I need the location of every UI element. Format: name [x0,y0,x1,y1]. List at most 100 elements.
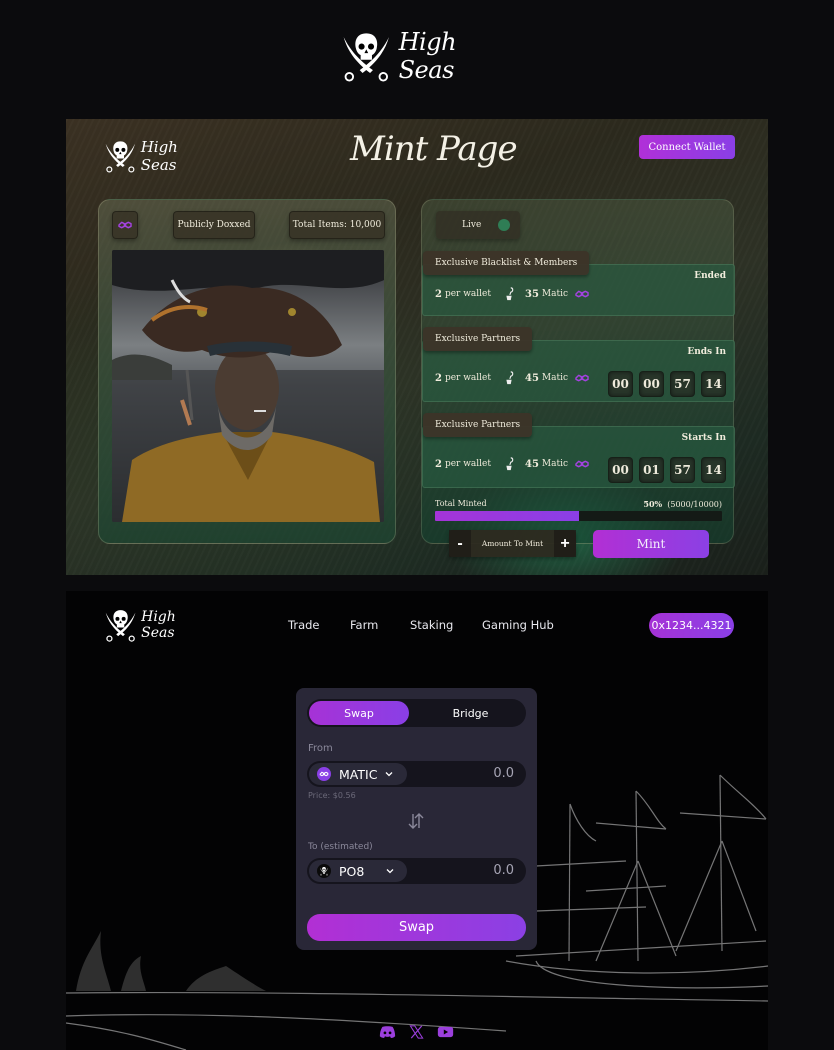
to-label: To (estimated) [308,842,373,852]
phase-status: Starts In [681,433,726,443]
total-minted-label: Total Minted [435,499,487,508]
brand-name: High Seas [141,609,176,641]
nav-logo[interactable]: High Seas [102,605,212,645]
phase-currency: Matic [541,373,569,383]
brand-logo: High Seas [338,26,508,86]
brand-name: High Seas [398,28,457,84]
phase-info: 2 per wallet 45 Matic [435,371,590,385]
mint-phase: Exclusive Partners Ends In 2 per wallet … [422,327,735,402]
phase-name: Exclusive Partners [423,327,533,351]
chevron-down-icon [386,869,394,874]
swap-submit-button[interactable]: Swap [307,914,526,941]
swap-bridge-toggle: Swap Bridge [307,699,526,727]
hook-icon [503,371,515,385]
phase-name: Exclusive Blacklist & Members [423,251,590,275]
amount-stepper: - Amount To Mint + [449,530,576,557]
mint-header-logo[interactable]: High Seas [102,135,212,177]
per-wallet-label: per wallet [444,459,491,469]
wallet-address-button[interactable]: 0x1234...4321 [649,613,734,638]
hook-icon [503,457,515,471]
x-twitter-icon[interactable] [408,1025,425,1039]
chain-badge [112,211,138,239]
chevron-down-icon [385,772,393,777]
countdown-timer: 00 01 57 14 [608,457,726,483]
phase-price: 35 [525,288,539,300]
main-nav: Trade Farm Staking Gaming Hub [288,618,554,632]
swap-card: Swap Bridge From MATIC 0.0 Price: $0.56 … [296,688,537,950]
connect-wallet-button[interactable]: Connect Wallet [639,135,735,159]
phase-info: 2 per wallet 45 Matic [435,457,590,471]
price-label: Price: $0.56 [308,791,356,800]
from-amount[interactable]: 0.0 [493,766,514,781]
to-amount: 0.0 [493,863,514,878]
nft-preview-card: Publicly Doxxed Total Items: 10,000 [98,199,396,544]
mint-phase: Exclusive Partners Starts In 2 per walle… [422,413,735,488]
polygon-icon [317,767,331,781]
countdown-timer: 00 00 57 14 [608,371,726,397]
pirate-nft-image [112,250,384,522]
nav-link-farm[interactable]: Farm [350,618,410,632]
phase-price: 45 [525,372,539,384]
skull-token-icon [317,864,331,878]
timer-minutes: 57 [670,457,695,483]
timer-days: 00 [608,371,633,397]
per-wallet-count: 2 [435,288,442,300]
mint-page-section: High Seas Mint Page Connect Wallet Publi… [66,119,768,575]
live-indicator-dot [498,219,510,231]
per-wallet-label: per wallet [444,289,491,299]
from-field: MATIC 0.0 [307,761,526,787]
brand-name: High Seas [140,138,178,174]
timer-seconds: 14 [701,457,726,483]
mint-phase: Exclusive Blacklist & Members Ended 2 pe… [422,251,735,316]
increment-button[interactable]: + [554,530,576,557]
skull-crossed-swords-icon [338,27,395,85]
live-status-label: Live [462,220,482,230]
doxxed-badge: Publicly Doxxed [173,211,255,239]
discord-icon[interactable] [379,1025,396,1039]
skull-crossed-swords-icon [102,136,139,176]
social-links [379,1025,454,1039]
from-token-name: MATIC [339,766,378,782]
nav-link-staking[interactable]: Staking [410,618,482,632]
mint-progress-bar [435,511,722,521]
timer-hours: 01 [639,457,664,483]
phase-price: 45 [525,458,539,470]
polygon-icon [574,372,590,384]
total-minted-count: (5000/10000) [667,500,722,509]
nav-link-trade[interactable]: Trade [288,618,350,632]
to-token-select[interactable]: PO8 [309,860,407,882]
mint-button[interactable]: Mint [593,530,709,558]
from-token-select[interactable]: MATIC [309,763,407,785]
tab-bridge[interactable]: Bridge [417,701,524,725]
swap-direction-icon[interactable] [406,812,426,830]
total-minted-value: 50% (5000/10000) [643,499,722,509]
total-items-badge: Total Items: 10,000 [289,211,385,239]
timer-minutes: 57 [670,371,695,397]
polygon-icon [574,288,590,300]
tab-swap[interactable]: Swap [309,701,409,725]
phase-currency: Matic [541,459,569,469]
per-wallet-count: 2 [435,372,442,384]
mint-progress-fill [435,511,579,521]
from-label: From [308,743,333,754]
skull-crossed-swords-icon [102,606,139,644]
phase-status: Ended [694,271,726,281]
per-wallet-count: 2 [435,458,442,470]
to-token-name: PO8 [339,863,365,879]
youtube-icon[interactable] [437,1025,454,1039]
polygon-icon [117,219,133,231]
page-title: Mint Page [350,129,518,169]
nav-link-gaming-hub[interactable]: Gaming Hub [482,618,554,632]
phase-name: Exclusive Partners [423,413,533,437]
phase-status: Ends In [687,347,726,357]
timer-hours: 00 [639,371,664,397]
polygon-icon [574,458,590,470]
mint-phases-panel: Live Exclusive Blacklist & Members Ended… [421,199,735,558]
phase-currency: Matic [541,289,569,299]
total-minted-row: Total Minted 50% (5000/10000) [435,499,722,509]
amount-label: Amount To Mint [481,539,544,548]
swap-page-section: High Seas Trade Farm Staking Gaming Hub … [66,591,768,1050]
timer-seconds: 14 [701,371,726,397]
live-status-badge: Live [436,211,520,239]
decrement-button[interactable]: - [449,530,471,557]
